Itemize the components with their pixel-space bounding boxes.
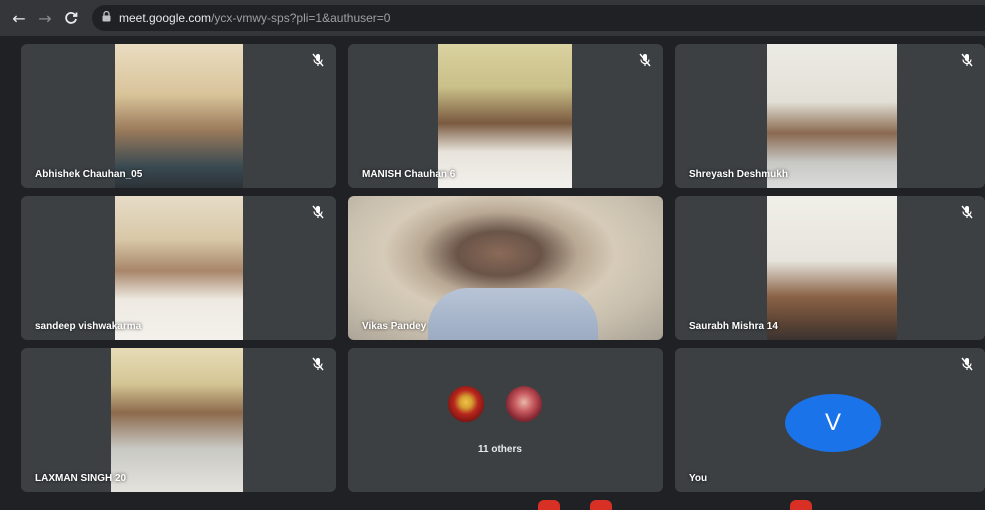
forward-arrow-icon[interactable]: → — [32, 5, 58, 31]
participant-tile[interactable]: LAXMAN SINGH 20 — [21, 348, 336, 492]
others-avatar — [504, 384, 544, 424]
participant-tile[interactable]: Saurabh Mishra 14 — [675, 196, 985, 340]
participant-video — [438, 44, 572, 188]
browser-toolbar: ← → meet.google.com/ycx-vmwy-sps?pli=1&a… — [0, 0, 985, 36]
self-tile[interactable]: V You — [675, 348, 985, 492]
participant-name: LAXMAN SINGH 20 — [35, 473, 127, 484]
participant-name: MANISH Chauhan 6 — [362, 169, 456, 180]
participant-tile[interactable]: MANISH Chauhan 6 — [348, 44, 663, 188]
mic-off-icon — [312, 53, 324, 67]
participant-name: Vikas Pandey — [362, 321, 427, 332]
participant-name: Saurabh Mishra 14 — [689, 321, 778, 332]
mic-off-icon — [312, 205, 324, 219]
reload-glyph — [65, 12, 78, 24]
control-button-hint[interactable] — [790, 500, 812, 510]
back-arrow-icon[interactable]: ← — [6, 5, 32, 31]
address-bar[interactable]: meet.google.com/ycx-vmwy-sps?pli=1&authu… — [92, 5, 985, 31]
mic-off-icon — [639, 53, 651, 67]
participant-tile[interactable]: Abhishek Chauhan_05 — [21, 44, 336, 188]
participant-name: Shreyash Deshmukh — [689, 169, 788, 180]
others-tile[interactable]: 11 others — [348, 348, 663, 492]
control-button-hint[interactable] — [538, 500, 560, 510]
participant-video — [767, 196, 897, 340]
self-name: You — [689, 473, 708, 484]
mic-off-icon — [961, 357, 973, 371]
participant-tile[interactable]: Shreyash Deshmukh — [675, 44, 985, 188]
others-count-label: 11 others — [478, 444, 522, 455]
participant-tile-active[interactable]: Vikas Pandey — [348, 196, 663, 340]
mic-off-icon — [961, 53, 973, 67]
url-path: /ycx-vmwy-sps?pli=1&authuser=0 — [211, 11, 391, 25]
participant-name: Abhishek Chauhan_05 — [35, 169, 143, 180]
mic-off-icon — [961, 205, 973, 219]
participant-tile[interactable]: sandeep vishwakarma — [21, 196, 336, 340]
control-button-hint[interactable] — [590, 500, 612, 510]
lock-icon — [102, 10, 111, 25]
reload-icon[interactable] — [58, 5, 84, 31]
participant-name: sandeep vishwakarma — [35, 321, 142, 332]
participant-video — [111, 348, 243, 492]
url-host: meet.google.com — [119, 11, 212, 25]
mic-off-icon — [312, 357, 324, 371]
meet-stage: Abhishek Chauhan_05 MANISH Chauhan 6 Shr… — [0, 36, 985, 510]
others-avatar — [446, 384, 486, 424]
participant-video — [115, 196, 243, 340]
participant-video — [767, 44, 897, 188]
participant-shirt — [428, 288, 598, 340]
self-avatar: V — [785, 394, 881, 452]
participant-video — [115, 44, 243, 188]
